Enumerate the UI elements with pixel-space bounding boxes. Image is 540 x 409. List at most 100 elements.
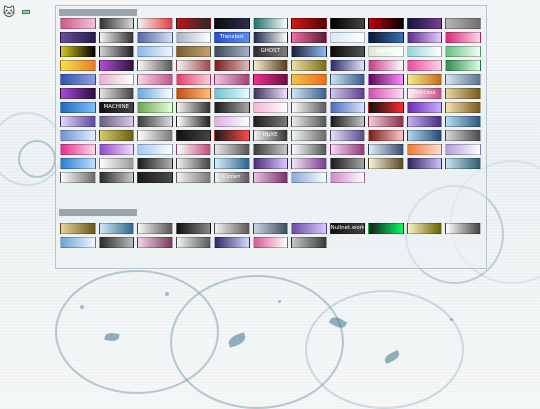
banner-button[interactable] <box>60 116 96 127</box>
banner-button[interactable] <box>445 60 481 71</box>
banner-button[interactable] <box>137 237 173 248</box>
banner-button[interactable] <box>214 144 250 155</box>
banner-button[interactable] <box>137 74 173 85</box>
banner-button[interactable] <box>445 18 481 29</box>
banner-button[interactable] <box>252 60 288 71</box>
banner-button[interactable] <box>214 88 250 99</box>
banner-button[interactable] <box>329 158 365 169</box>
banner-button[interactable] <box>137 158 173 169</box>
banner-button[interactable] <box>252 18 288 29</box>
banner-button[interactable] <box>60 237 96 248</box>
banner-button[interactable] <box>60 144 96 155</box>
banner-button[interactable] <box>368 130 404 141</box>
banner-button[interactable] <box>329 74 365 85</box>
banner-button[interactable] <box>445 130 481 141</box>
banner-button[interactable] <box>137 102 173 113</box>
banner-button[interactable] <box>137 130 173 141</box>
banner-button[interactable] <box>98 32 134 43</box>
banner-button[interactable] <box>214 223 250 234</box>
banner-button[interactable] <box>406 60 442 71</box>
banner-button[interactable] <box>291 172 327 183</box>
banner-button[interactable] <box>368 144 404 155</box>
banner-button[interactable] <box>214 60 250 71</box>
banner-button[interactable] <box>368 102 404 113</box>
banner-button[interactable] <box>445 46 481 57</box>
banner-button[interactable] <box>329 88 365 99</box>
banner-button[interactable] <box>60 130 96 141</box>
banner-button[interactable] <box>445 74 481 85</box>
banner-button[interactable] <box>214 237 250 248</box>
banner-button[interactable] <box>60 223 96 234</box>
banner-button[interactable] <box>98 223 134 234</box>
banner-button[interactable] <box>98 130 134 141</box>
banner-button[interactable] <box>214 116 250 127</box>
banner-button[interactable] <box>252 144 288 155</box>
banner-button[interactable] <box>445 144 481 155</box>
banner-button[interactable] <box>98 60 134 71</box>
banner-button[interactable] <box>98 237 134 248</box>
banner-button[interactable] <box>406 130 442 141</box>
banner-button[interactable] <box>406 144 442 155</box>
banner-button[interactable] <box>445 102 481 113</box>
banner-button[interactable] <box>175 116 211 127</box>
banner-button[interactable] <box>137 46 173 57</box>
banner-button[interactable] <box>98 172 134 183</box>
banner-button[interactable] <box>98 88 134 99</box>
banner-button[interactable] <box>175 102 211 113</box>
banner-button[interactable] <box>406 18 442 29</box>
banner-button[interactable] <box>368 60 404 71</box>
banner-button[interactable] <box>406 158 442 169</box>
banner-button[interactable] <box>406 102 442 113</box>
banner-button[interactable] <box>137 144 173 155</box>
banner-button[interactable] <box>291 60 327 71</box>
banner-button[interactable] <box>368 223 404 234</box>
banner-button[interactable] <box>137 32 173 43</box>
banner-button[interactable] <box>291 88 327 99</box>
banner-button[interactable] <box>252 237 288 248</box>
banner-button[interactable] <box>252 32 288 43</box>
banner-button[interactable] <box>98 158 134 169</box>
banner-button[interactable] <box>252 116 288 127</box>
banner-button[interactable] <box>368 88 404 99</box>
banner-button[interactable] <box>214 102 250 113</box>
banner-button[interactable] <box>175 172 211 183</box>
banner-button[interactable] <box>445 223 481 234</box>
banner-button[interactable] <box>329 18 365 29</box>
banner-button[interactable] <box>175 237 211 248</box>
banner-button[interactable] <box>252 88 288 99</box>
banner-button[interactable] <box>291 74 327 85</box>
banner-button[interactable] <box>291 130 327 141</box>
site-badge[interactable]: 🐱 <box>2 3 52 21</box>
banner-button[interactable]: GHOST <box>252 46 288 57</box>
banner-button[interactable] <box>137 60 173 71</box>
banner-button[interactable] <box>329 130 365 141</box>
banner-button[interactable]: MACHINE <box>98 102 134 113</box>
banner-button[interactable] <box>291 158 327 169</box>
banner-button[interactable] <box>291 116 327 127</box>
banner-button[interactable] <box>291 32 327 43</box>
banner-button[interactable] <box>175 46 211 57</box>
banner-button[interactable] <box>329 46 365 57</box>
banner-button[interactable] <box>291 223 327 234</box>
banner-button[interactable] <box>175 60 211 71</box>
banner-button[interactable] <box>175 74 211 85</box>
banner-button[interactable] <box>329 144 365 155</box>
banner-button[interactable]: Princess <box>406 88 442 99</box>
banner-button[interactable] <box>406 74 442 85</box>
banner-button[interactable] <box>252 74 288 85</box>
banner-button[interactable] <box>175 18 211 29</box>
banner-button[interactable] <box>175 223 211 234</box>
banner-button[interactable] <box>175 32 211 43</box>
banner-button[interactable] <box>252 158 288 169</box>
banner-button[interactable] <box>406 32 442 43</box>
banner-button[interactable] <box>98 46 134 57</box>
banner-button[interactable] <box>214 74 250 85</box>
banner-button[interactable] <box>214 46 250 57</box>
banner-button[interactable] <box>175 130 211 141</box>
banner-button[interactable] <box>214 130 250 141</box>
banner-button[interactable] <box>329 172 365 183</box>
banner-button[interactable] <box>445 158 481 169</box>
banner-button[interactable] <box>406 223 442 234</box>
banner-button[interactable] <box>445 88 481 99</box>
banner-button[interactable] <box>214 158 250 169</box>
